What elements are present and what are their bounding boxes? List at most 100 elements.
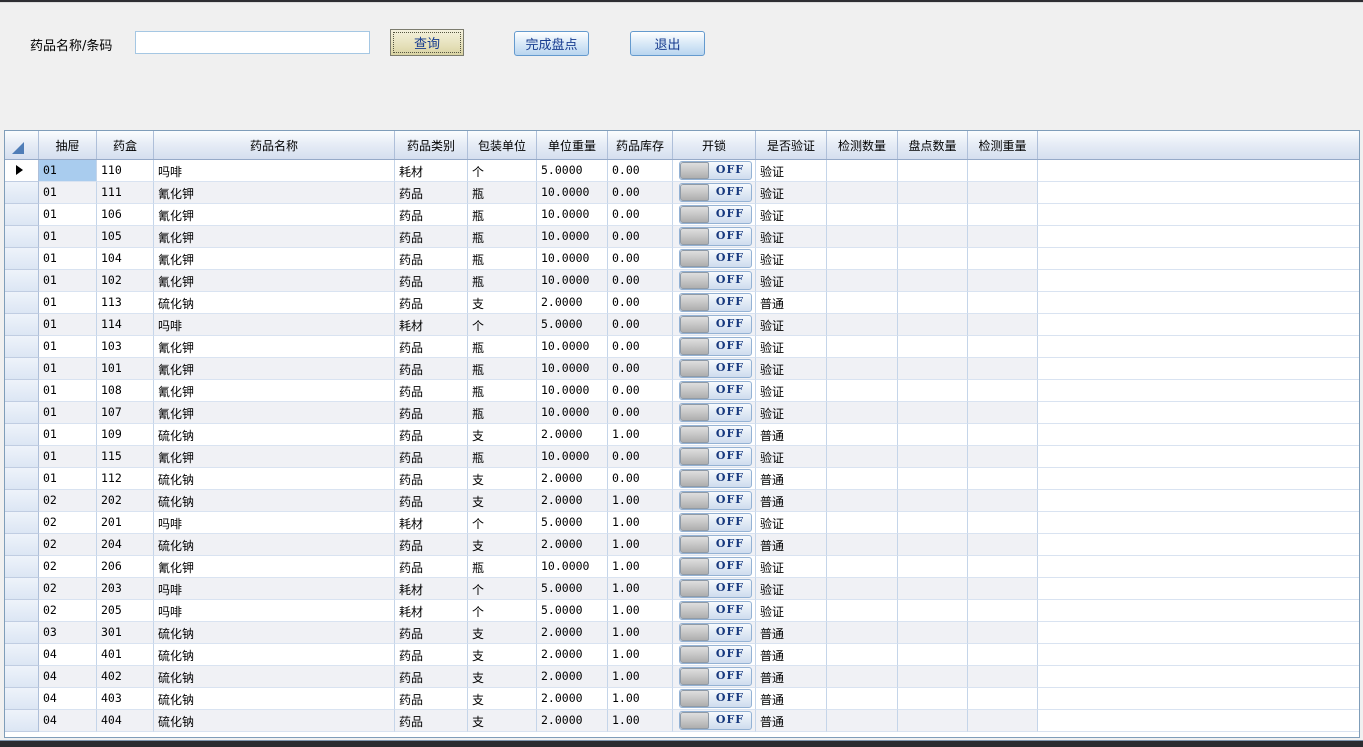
drug-name-cell[interactable]: 硫化钠 xyxy=(154,424,395,446)
box-cell[interactable]: 403 xyxy=(97,688,154,710)
drug-name-cell[interactable]: 硫化钠 xyxy=(154,688,395,710)
stock-cell[interactable]: 0.00 xyxy=(608,204,673,226)
stock-cell[interactable]: 0.00 xyxy=(608,380,673,402)
drawer-cell[interactable]: 02 xyxy=(39,512,97,534)
detect-qty-cell[interactable] xyxy=(827,644,898,666)
stock-cell[interactable]: 0.00 xyxy=(608,336,673,358)
stock-cell[interactable]: 1.00 xyxy=(608,424,673,446)
box-cell[interactable]: 103 xyxy=(97,336,154,358)
pack-unit-cell[interactable]: 支 xyxy=(468,534,537,556)
drawer-cell[interactable]: 01 xyxy=(39,314,97,336)
verify-cell[interactable]: 验证 xyxy=(756,402,827,424)
search-input[interactable] xyxy=(135,31,370,54)
pack-unit-cell[interactable]: 个 xyxy=(468,314,537,336)
count-qty-cell[interactable] xyxy=(898,534,968,556)
category-cell[interactable]: 耗材 xyxy=(395,512,468,534)
verify-cell[interactable]: 验证 xyxy=(756,270,827,292)
detect-weight-cell[interactable] xyxy=(968,578,1038,600)
drug-name-cell[interactable]: 氰化钾 xyxy=(154,336,395,358)
drawer-cell[interactable]: 01 xyxy=(39,380,97,402)
stock-cell[interactable]: 1.00 xyxy=(608,490,673,512)
detect-qty-cell[interactable] xyxy=(827,688,898,710)
pack-unit-cell[interactable]: 支 xyxy=(468,292,537,314)
stock-cell[interactable]: 0.00 xyxy=(608,402,673,424)
verify-cell[interactable]: 验证 xyxy=(756,358,827,380)
row-indicator-cell[interactable] xyxy=(5,666,39,688)
detect-weight-cell[interactable] xyxy=(968,622,1038,644)
count-qty-cell[interactable] xyxy=(898,490,968,512)
box-cell[interactable]: 108 xyxy=(97,380,154,402)
unit-weight-cell[interactable]: 10.0000 xyxy=(537,556,608,578)
unlock-toggle[interactable]: OFF xyxy=(679,337,752,356)
detect-qty-cell[interactable] xyxy=(827,578,898,600)
category-cell[interactable]: 药品 xyxy=(395,666,468,688)
drawer-cell[interactable]: 01 xyxy=(39,446,97,468)
detect-qty-cell[interactable] xyxy=(827,314,898,336)
pack-unit-cell[interactable]: 瓶 xyxy=(468,270,537,292)
count-qty-cell[interactable] xyxy=(898,622,968,644)
detect-weight-cell[interactable] xyxy=(968,292,1038,314)
column-header-detect-qty[interactable]: 检测数量 xyxy=(827,131,898,159)
unlock-toggle[interactable]: OFF xyxy=(679,447,752,466)
unit-weight-cell[interactable]: 10.0000 xyxy=(537,270,608,292)
unlock-toggle[interactable]: OFF xyxy=(679,227,752,246)
pack-unit-cell[interactable]: 瓶 xyxy=(468,226,537,248)
verify-cell[interactable]: 普通 xyxy=(756,490,827,512)
count-qty-cell[interactable] xyxy=(898,688,968,710)
row-indicator-cell[interactable] xyxy=(5,490,39,512)
detect-weight-cell[interactable] xyxy=(968,556,1038,578)
pack-unit-cell[interactable]: 支 xyxy=(468,424,537,446)
box-cell[interactable]: 101 xyxy=(97,358,154,380)
drug-name-cell[interactable]: 吗啡 xyxy=(154,160,395,182)
count-qty-cell[interactable] xyxy=(898,468,968,490)
unit-weight-cell[interactable]: 10.0000 xyxy=(537,358,608,380)
column-header-stock[interactable]: 药品库存 xyxy=(608,131,673,159)
verify-cell[interactable]: 普通 xyxy=(756,688,827,710)
category-cell[interactable]: 药品 xyxy=(395,424,468,446)
unlock-toggle[interactable]: OFF xyxy=(679,425,752,444)
unit-weight-cell[interactable]: 2.0000 xyxy=(537,622,608,644)
detect-qty-cell[interactable] xyxy=(827,380,898,402)
finish-inventory-button[interactable]: 完成盘点 xyxy=(514,31,589,56)
unlock-toggle[interactable]: OFF xyxy=(679,403,752,422)
count-qty-cell[interactable] xyxy=(898,556,968,578)
verify-cell[interactable]: 验证 xyxy=(756,446,827,468)
drawer-cell[interactable]: 01 xyxy=(39,336,97,358)
box-cell[interactable]: 114 xyxy=(97,314,154,336)
drawer-cell[interactable]: 01 xyxy=(39,204,97,226)
box-cell[interactable]: 203 xyxy=(97,578,154,600)
count-qty-cell[interactable] xyxy=(898,226,968,248)
pack-unit-cell[interactable]: 瓶 xyxy=(468,204,537,226)
box-cell[interactable]: 112 xyxy=(97,468,154,490)
count-qty-cell[interactable] xyxy=(898,402,968,424)
box-cell[interactable]: 206 xyxy=(97,556,154,578)
detect-qty-cell[interactable] xyxy=(827,336,898,358)
box-cell[interactable]: 204 xyxy=(97,534,154,556)
box-cell[interactable]: 104 xyxy=(97,248,154,270)
drug-name-cell[interactable]: 氰化钾 xyxy=(154,380,395,402)
drawer-cell[interactable]: 01 xyxy=(39,424,97,446)
category-cell[interactable]: 药品 xyxy=(395,336,468,358)
detect-qty-cell[interactable] xyxy=(827,292,898,314)
verify-cell[interactable]: 普通 xyxy=(756,468,827,490)
pack-unit-cell[interactable]: 个 xyxy=(468,512,537,534)
detect-qty-cell[interactable] xyxy=(827,226,898,248)
detect-weight-cell[interactable] xyxy=(968,600,1038,622)
detect-qty-cell[interactable] xyxy=(827,710,898,732)
unit-weight-cell[interactable]: 10.0000 xyxy=(537,204,608,226)
box-cell[interactable]: 113 xyxy=(97,292,154,314)
count-qty-cell[interactable] xyxy=(898,336,968,358)
drawer-cell[interactable]: 02 xyxy=(39,490,97,512)
verify-cell[interactable]: 验证 xyxy=(756,380,827,402)
unlock-toggle[interactable]: OFF xyxy=(679,183,752,202)
select-all-corner[interactable] xyxy=(5,131,39,159)
drug-name-cell[interactable]: 硫化钠 xyxy=(154,666,395,688)
row-indicator-cell[interactable] xyxy=(5,336,39,358)
count-qty-cell[interactable] xyxy=(898,710,968,732)
count-qty-cell[interactable] xyxy=(898,292,968,314)
drug-name-cell[interactable]: 氰化钾 xyxy=(154,248,395,270)
box-cell[interactable]: 201 xyxy=(97,512,154,534)
pack-unit-cell[interactable]: 瓶 xyxy=(468,358,537,380)
row-indicator-cell[interactable] xyxy=(5,204,39,226)
category-cell[interactable]: 药品 xyxy=(395,402,468,424)
